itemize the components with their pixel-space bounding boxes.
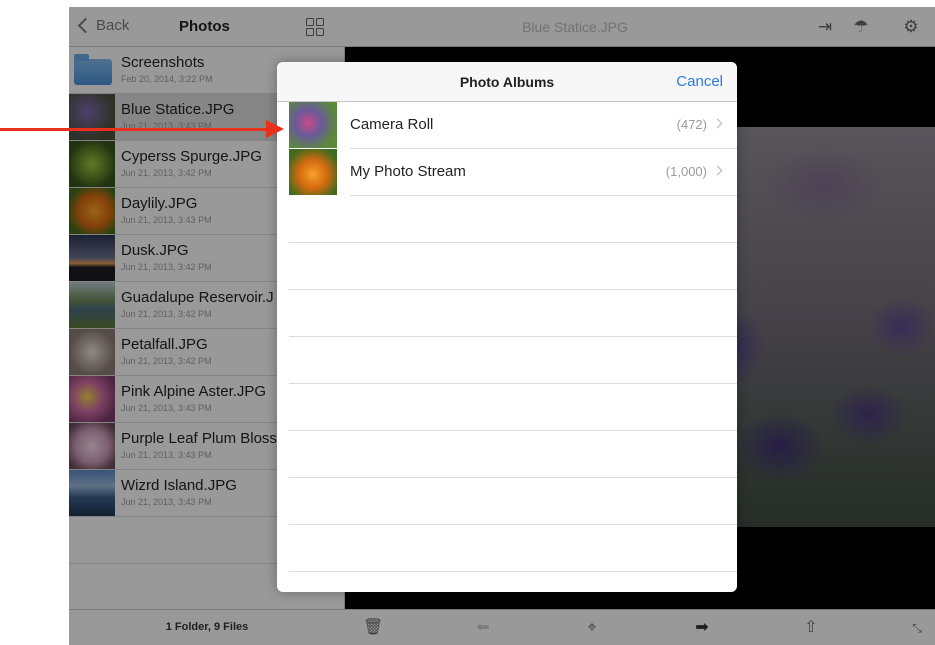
divider (289, 477, 737, 478)
dialog-header: Photo Albums Cancel (277, 62, 737, 102)
photo-albums-dialog: Photo Albums Cancel Camera Roll (472) My… (277, 62, 737, 592)
divider (289, 430, 737, 431)
divider (350, 195, 737, 196)
dialog-title: Photo Albums (459, 74, 555, 90)
ipad-screen: Back Photos Screenshots Feb 20, 2014, 3:… (69, 7, 935, 645)
annotation-arrow-head (266, 120, 284, 138)
divider (289, 524, 737, 525)
album-name: Camera Roll (350, 116, 434, 133)
album-name: My Photo Stream (350, 163, 466, 180)
cancel-button[interactable]: Cancel (676, 73, 723, 90)
divider (289, 289, 737, 290)
album-row-my-photo-stream[interactable]: My Photo Stream (1,000) (289, 149, 737, 195)
chevron-right-icon (712, 165, 723, 176)
divider (289, 242, 737, 243)
album-count: (472) (676, 117, 707, 132)
album-row-camera-roll[interactable]: Camera Roll (472) (289, 102, 737, 148)
album-thumbnail (289, 149, 337, 195)
divider (289, 336, 737, 337)
chevron-right-icon (712, 118, 723, 129)
divider (289, 383, 737, 384)
divider (289, 571, 737, 572)
album-thumbnail (289, 102, 337, 148)
album-count: (1,000) (665, 164, 707, 179)
annotation-arrow (0, 128, 270, 131)
